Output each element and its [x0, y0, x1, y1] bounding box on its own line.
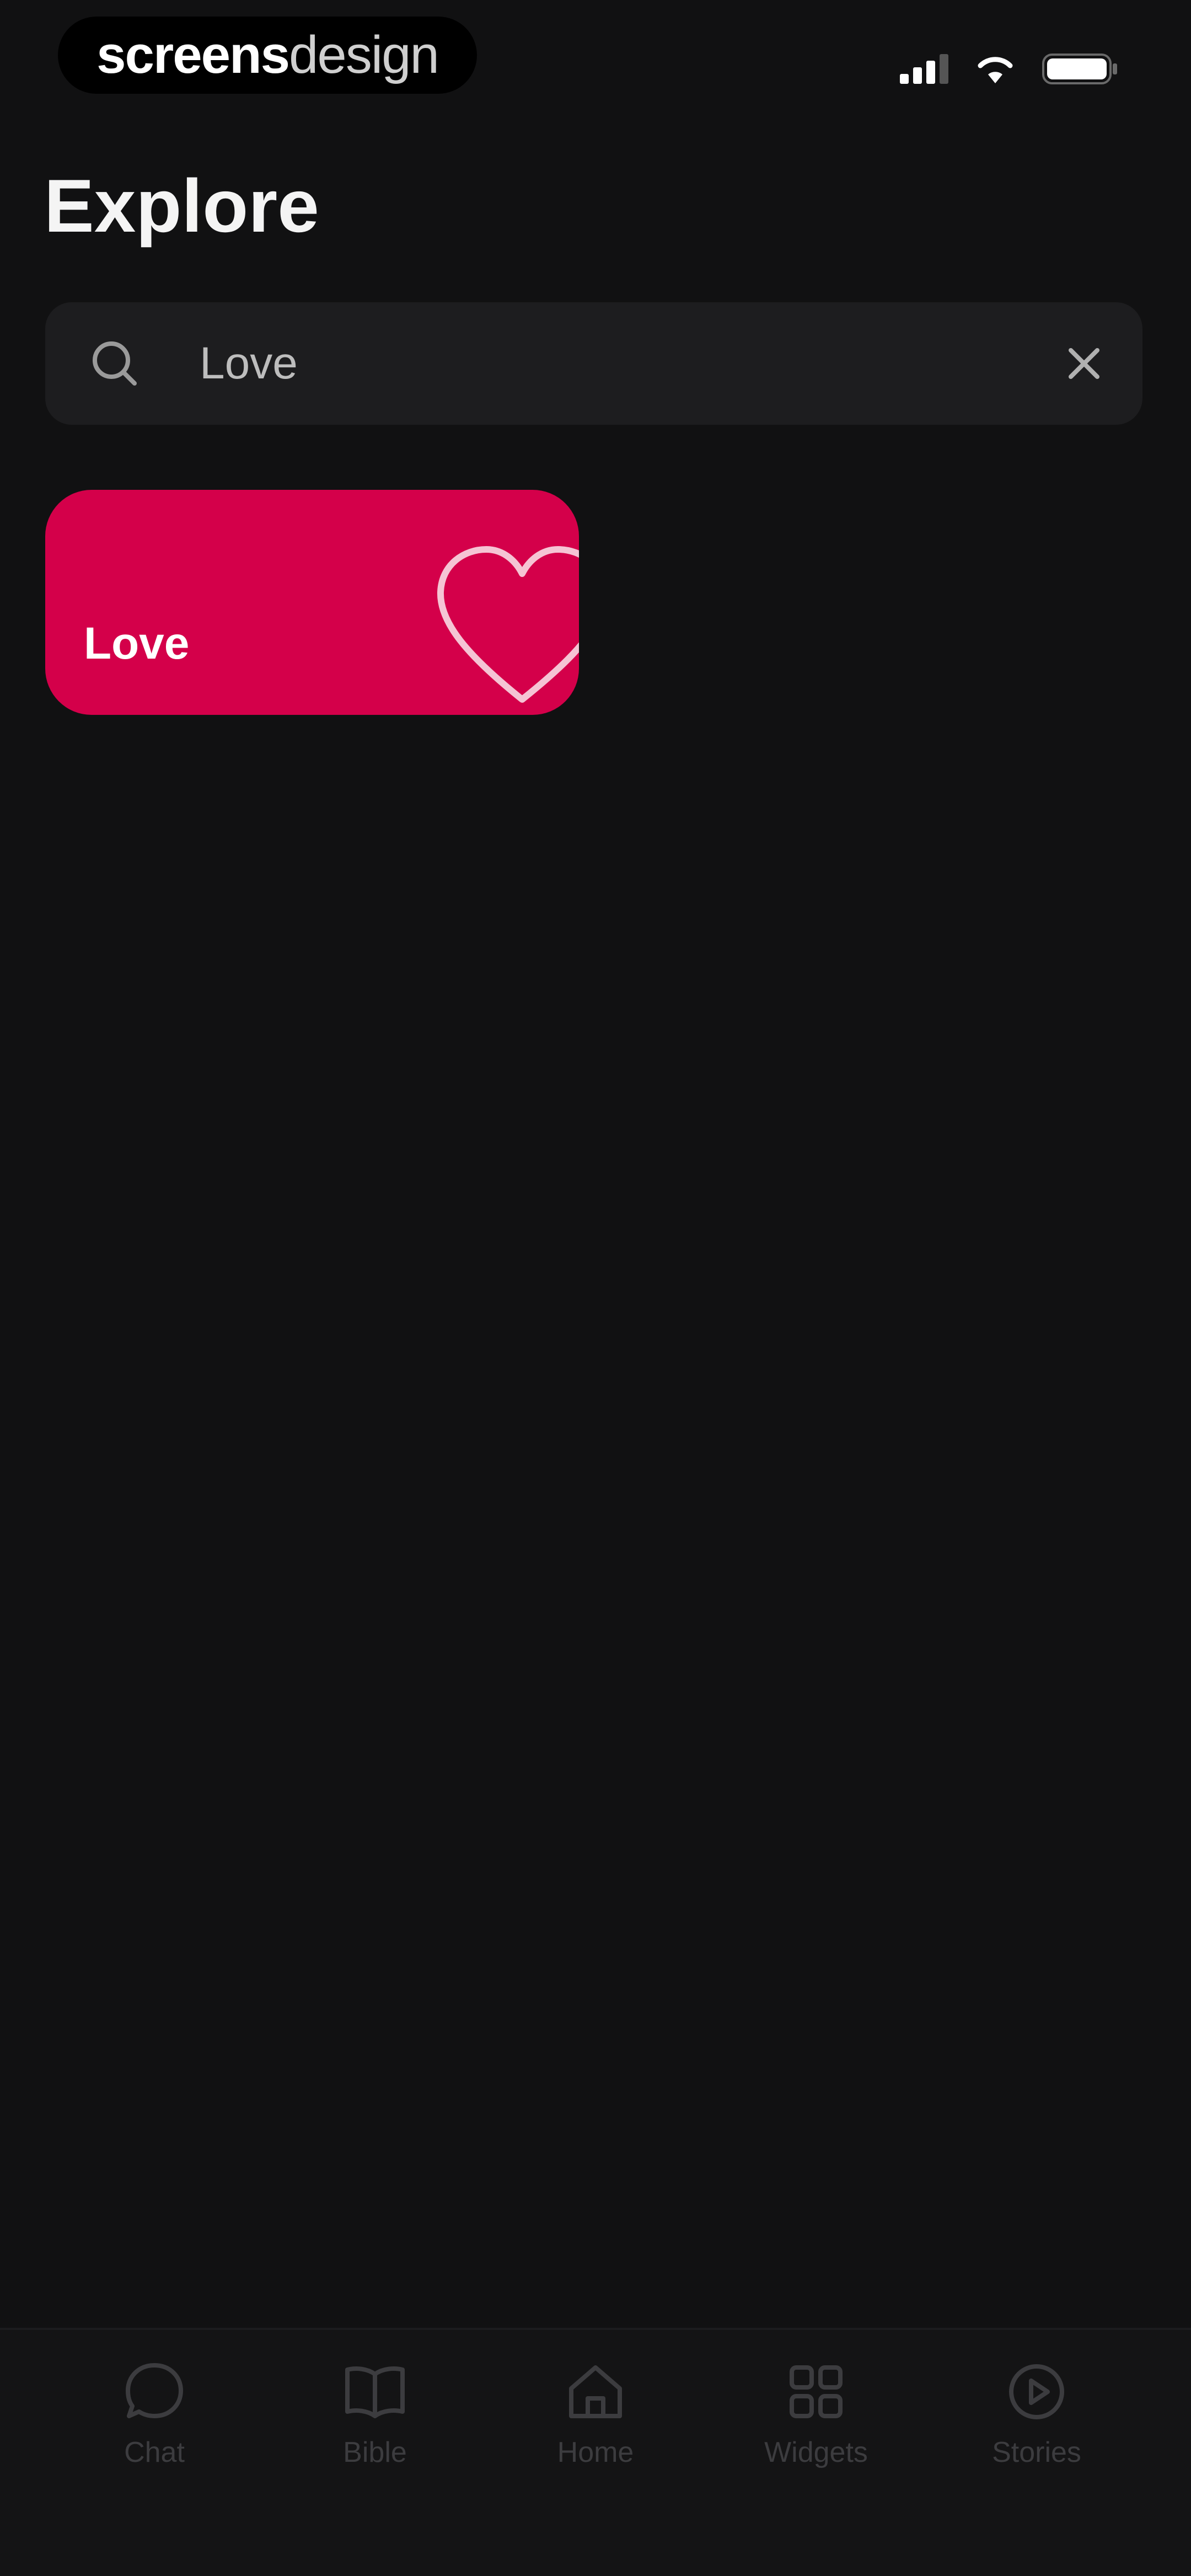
bottom-navigation: Chat Bible Home Widgets Stories [0, 2328, 1191, 2576]
category-card-label: Love [84, 618, 190, 669]
battery-icon [1042, 54, 1117, 84]
nav-label-widgets: Widgets [764, 2436, 868, 2468]
category-card-love[interactable]: Love [45, 490, 579, 715]
home-icon [569, 2365, 622, 2418]
nav-label-stories: Stories [992, 2436, 1081, 2468]
nav-item-chat[interactable]: Chat [72, 2358, 237, 2469]
clear-search-icon[interactable] [1053, 333, 1115, 394]
status-icons [900, 50, 1119, 88]
brand-light-text: design [289, 25, 439, 84]
play-circle-icon [1009, 2364, 1064, 2419]
nav-item-bible[interactable]: Bible [292, 2358, 458, 2469]
heart-icon [437, 546, 579, 703]
nav-item-widgets[interactable]: Widgets [733, 2358, 899, 2469]
nav-item-home[interactable]: Home [513, 2358, 678, 2469]
grid-icon [790, 2365, 843, 2418]
wifi-icon [978, 57, 1013, 83]
nav-label-chat: Chat [124, 2436, 185, 2468]
nav-label-bible: Bible [343, 2436, 407, 2468]
search-icon [93, 341, 137, 386]
status-bar: screens design [0, 0, 1191, 121]
search-input[interactable] [155, 302, 1065, 425]
chat-bubble-icon [126, 2363, 183, 2418]
open-book-icon [345, 2366, 405, 2418]
brand-bold-text: screens [96, 25, 290, 84]
cellular-signal-icon [900, 54, 948, 84]
page-title: Explore [44, 164, 319, 248]
nav-item-stories[interactable]: Stories [954, 2358, 1119, 2469]
nav-label-home: Home [557, 2436, 634, 2468]
brand-watermark: screens design [58, 17, 477, 94]
search-bar[interactable] [45, 302, 1142, 425]
